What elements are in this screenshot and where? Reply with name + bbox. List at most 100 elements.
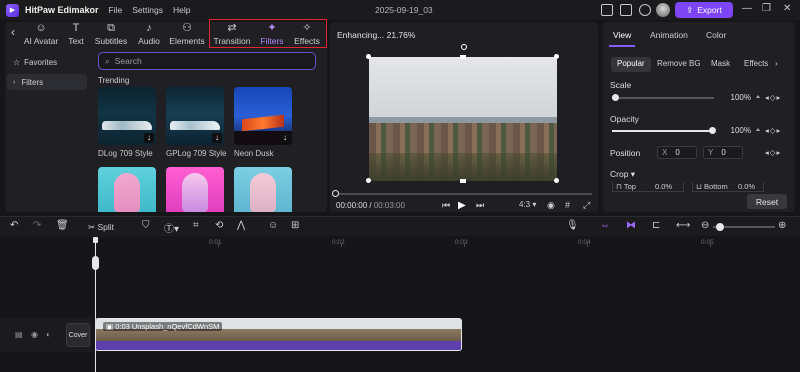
resize-handle[interactable] [366, 178, 371, 183]
sidebar-item-favorites[interactable]: ☆ Favorites [7, 54, 87, 70]
close-icon[interactable]: ✕ [783, 3, 791, 14]
snap-icon[interactable]: ⊏ [652, 220, 660, 231]
zoom-in-icon[interactable]: ⊕ [778, 220, 786, 231]
resize-handle[interactable] [554, 178, 559, 183]
opacity-slider-knob[interactable] [708, 127, 716, 134]
position-y-field[interactable]: Y 0 [703, 146, 743, 159]
split-button[interactable]: ✂ Split [88, 222, 114, 233]
crop-bottom-field[interactable]: ⊔ Bottom 0.0% [692, 182, 764, 192]
undo-icon[interactable]: ↶ [10, 220, 18, 231]
rotate-icon[interactable]: ⟲ [215, 220, 223, 231]
resize-handle[interactable] [460, 55, 466, 59]
menu-help[interactable]: Help [173, 5, 190, 15]
playhead-marker[interactable] [93, 237, 98, 243]
keyframe-controls[interactable]: ◂◇▸ [765, 93, 781, 102]
keyframe-controls[interactable]: ◂◇▸ [765, 148, 781, 157]
snapshot-icon[interactable]: ◉ [547, 200, 555, 211]
avatar-icon: ☺ [35, 22, 47, 34]
shield-icon[interactable]: ⛉ [142, 220, 150, 231]
keyframe-controls[interactable]: ◂◇▸ [765, 126, 781, 135]
filter-thumb-gplog[interactable]: ↓ [166, 87, 224, 145]
resize-handle[interactable] [554, 54, 559, 59]
filter-thumb-dlog[interactable]: ↓ [98, 87, 156, 145]
crop-label[interactable]: Crop ▾ [610, 169, 635, 180]
play-icon[interactable]: ▶ [458, 200, 466, 211]
eye-icon[interactable]: ◉ [31, 330, 38, 339]
download-icon[interactable]: ↓ [212, 133, 222, 143]
chevron-right-icon[interactable]: › [771, 57, 782, 72]
tool-text[interactable]: T Text [62, 23, 90, 47]
video-frame[interactable] [369, 57, 557, 181]
magnet-icon[interactable]: ⧓ [626, 220, 636, 231]
zoom-slider-knob[interactable] [716, 223, 724, 231]
scrubber-knob[interactable] [332, 190, 339, 197]
tool-subtitles[interactable]: ⧉ Subtitles [93, 23, 129, 47]
menu-file[interactable]: File [109, 5, 123, 15]
search-input[interactable]: Search [115, 56, 142, 66]
back-chevron-icon[interactable]: ‹ [11, 25, 15, 39]
scale-slider-knob[interactable] [611, 94, 619, 101]
grid-icon[interactable]: # [565, 200, 570, 210]
enhancing-status: Enhancing... 21.76% [337, 30, 416, 40]
subtab-popular[interactable]: Popular [611, 57, 651, 72]
reset-button[interactable]: Reset [747, 194, 787, 209]
preview-scrubber[interactable] [336, 193, 592, 195]
mail-icon[interactable] [620, 4, 632, 16]
maximize-icon[interactable]: ❐ [762, 3, 771, 14]
delete-icon[interactable]: 🗑 [56, 220, 69, 231]
video-clip[interactable]: ▣ 0:03 Unsplash_nQevfCdWnSM [95, 318, 462, 351]
resize-handle[interactable] [460, 179, 466, 183]
cover-button[interactable]: Cover [66, 323, 90, 347]
menu-settings[interactable]: Settings [132, 5, 163, 15]
filter-thumb-portrait-2[interactable] [166, 167, 224, 212]
tool-ai-avatar[interactable]: ☺ AI Avatar [22, 22, 60, 47]
ai-tool-icon[interactable]: ☺ [268, 220, 278, 231]
info-icon[interactable] [639, 4, 651, 16]
opacity-value[interactable]: 100% [725, 126, 761, 138]
export-button[interactable]: ⇪ Export [675, 2, 733, 18]
tab-animation[interactable]: Animation [650, 30, 688, 40]
playhead-handle[interactable] [92, 256, 99, 270]
resize-handle[interactable] [366, 54, 371, 59]
mirror-icon[interactable]: ⋀ [237, 220, 245, 231]
layout-icon[interactable] [601, 4, 613, 16]
scale-value[interactable]: 100% [725, 93, 761, 105]
search-field[interactable]: ⌕ Search [98, 52, 316, 70]
filter-thumb-neon-dusk[interactable]: ↓ [234, 87, 292, 145]
zoom-out-icon[interactable]: ⊖ [701, 220, 709, 231]
link-icon[interactable]: ⇔ [600, 220, 610, 231]
subtab-remove-bg[interactable]: Remove BG [651, 57, 707, 72]
filter-thumb-portrait-1[interactable] [98, 167, 156, 212]
star-icon: ☆ [13, 57, 21, 67]
scale-slider[interactable] [612, 97, 714, 99]
next-frame-icon[interactable]: ⏭ [476, 200, 484, 211]
microphone-icon[interactable]: 🎙 [566, 220, 579, 231]
position-x-field[interactable]: X 0 [657, 146, 697, 159]
crop-top-field[interactable]: ⊓ Top 0.0% [612, 182, 684, 192]
filter-thumb-portrait-3[interactable] [234, 167, 292, 212]
fullscreen-icon[interactable]: ⤢ [583, 200, 590, 211]
tool-audio[interactable]: ♪ Audio [134, 23, 164, 47]
aspect-ratio-select[interactable]: 4:3 ▾ [519, 200, 536, 209]
track-lock-icon[interactable]: ▤ [15, 330, 23, 339]
redo-icon[interactable]: ↷ [33, 220, 41, 231]
download-icon[interactable]: ↓ [144, 133, 154, 143]
rotate-handle[interactable] [461, 44, 467, 50]
ruler-label: 0:02 [332, 239, 345, 246]
add-media-icon[interactable]: ⊞ [291, 220, 299, 231]
tab-view[interactable]: View [613, 30, 631, 40]
subtab-mask[interactable]: Mask [705, 57, 736, 72]
tool-elements[interactable]: ⚇ Elements [168, 23, 206, 47]
timeline-area[interactable] [0, 237, 800, 372]
crop-icon[interactable]: ⌗ [193, 220, 199, 231]
prev-frame-icon[interactable]: ⏮ [442, 200, 450, 211]
download-icon[interactable]: ↓ [280, 133, 290, 143]
user-avatar[interactable] [656, 3, 670, 17]
text-tool-icon[interactable]: Ⓣ▾ [164, 220, 179, 235]
subtab-effects[interactable]: Effects [738, 57, 774, 72]
mute-icon[interactable]: ◐ [46, 330, 51, 339]
minimize-icon[interactable]: — [742, 3, 752, 14]
tab-color[interactable]: Color [706, 30, 726, 40]
sidebar-item-filters[interactable]: › Filters [7, 74, 87, 90]
fit-icon[interactable]: ⟷ [676, 220, 690, 231]
